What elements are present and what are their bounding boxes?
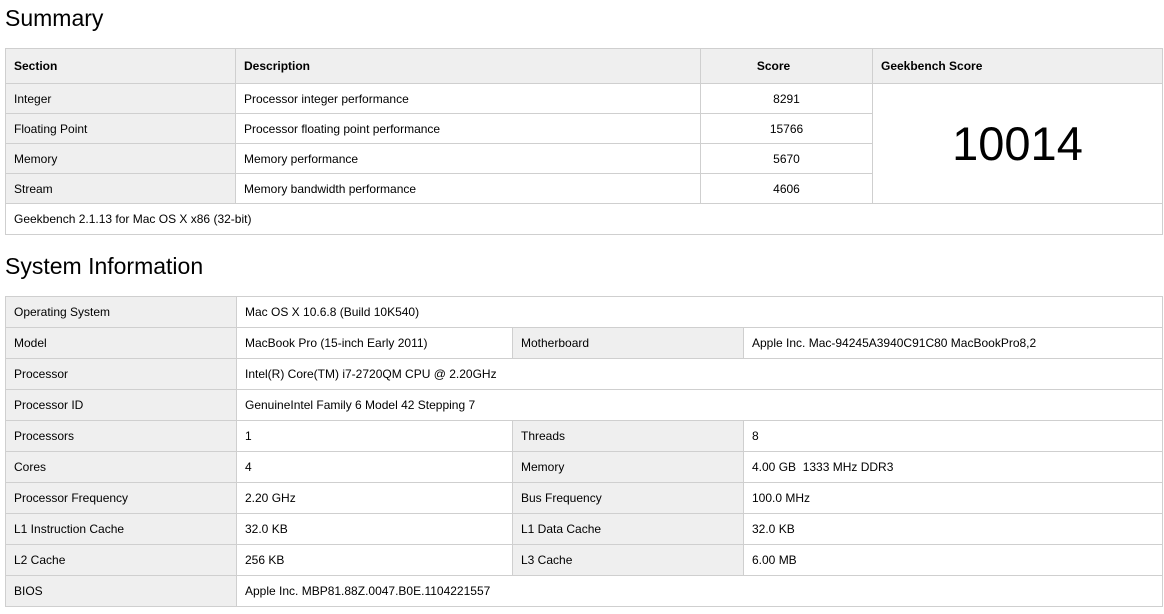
label-cell: Operating System	[5, 296, 237, 328]
value-cell: Apple Inc. MBP81.88Z.0047.B0E.1104221557	[236, 575, 1163, 607]
summary-header-row: Section Description Score Geekbench Scor…	[5, 48, 1163, 84]
score-cell: 8291	[700, 83, 873, 114]
table-row: Model MacBook Pro (15-inch Early 2011) M…	[5, 327, 1163, 359]
description-cell: Processor integer performance	[235, 83, 701, 114]
column-header-score: Score	[700, 48, 873, 84]
label-cell: L3 Cache	[512, 544, 744, 576]
value-cell: 32.0 KB	[236, 513, 513, 545]
table-row: Operating System Mac OS X 10.6.8 (Build …	[5, 296, 1163, 328]
geekbench-total-score: 10014	[872, 83, 1163, 204]
value-cell: MacBook Pro (15-inch Early 2011)	[236, 327, 513, 359]
table-row: Processor Frequency 2.20 GHz Bus Frequen…	[5, 482, 1163, 514]
description-cell: Memory performance	[235, 143, 701, 174]
table-row: L1 Instruction Cache 32.0 KB L1 Data Cac…	[5, 513, 1163, 545]
value-cell: Apple Inc. Mac-94245A3940C91C80 MacBookP…	[743, 327, 1163, 359]
label-cell: Threads	[512, 420, 744, 452]
label-cell: Bus Frequency	[512, 482, 744, 514]
table-row: BIOS Apple Inc. MBP81.88Z.0047.B0E.11042…	[5, 575, 1163, 607]
table-row: Processor Intel(R) Core(TM) i7-2720QM CP…	[5, 358, 1163, 390]
label-cell: L2 Cache	[5, 544, 237, 576]
score-cell: 4606	[700, 173, 873, 204]
column-header-geekbench-score: Geekbench Score	[872, 48, 1163, 84]
section-cell: Memory	[5, 143, 236, 174]
value-cell: 6.00 MB	[743, 544, 1163, 576]
table-row: Integer Processor integer performance 82…	[5, 83, 1163, 204]
system-information-table: Operating System Mac OS X 10.6.8 (Build …	[5, 296, 1163, 607]
table-row: Cores 4 Memory 4.00 GB 1333 MHz DDR3	[5, 451, 1163, 483]
label-cell: Processors	[5, 420, 237, 452]
value-cell: 1	[236, 420, 513, 452]
label-cell: Memory	[512, 451, 744, 483]
label-cell: Model	[5, 327, 237, 359]
value-cell: 256 KB	[236, 544, 513, 576]
value-cell: 100.0 MHz	[743, 482, 1163, 514]
score-cell: 5670	[700, 143, 873, 174]
table-row: Processor ID GenuineIntel Family 6 Model…	[5, 389, 1163, 421]
value-cell: 4.00 GB 1333 MHz DDR3	[743, 451, 1163, 483]
label-cell: Processor ID	[5, 389, 237, 421]
score-cell: 15766	[700, 113, 873, 144]
table-row: L2 Cache 256 KB L3 Cache 6.00 MB	[5, 544, 1163, 576]
section-cell: Floating Point	[5, 113, 236, 144]
value-cell: Mac OS X 10.6.8 (Build 10K540)	[236, 296, 1163, 328]
version-footer: Geekbench 2.1.13 for Mac OS X x86 (32-bi…	[5, 203, 1163, 235]
column-header-section: Section	[5, 48, 236, 84]
section-cell: Integer	[5, 83, 236, 114]
label-cell: Processor Frequency	[5, 482, 237, 514]
label-cell: L1 Instruction Cache	[5, 513, 237, 545]
system-information-heading: System Information	[5, 253, 204, 279]
value-cell: Intel(R) Core(TM) i7-2720QM CPU @ 2.20GH…	[236, 358, 1163, 390]
value-cell: GenuineIntel Family 6 Model 42 Stepping …	[236, 389, 1163, 421]
label-cell: Cores	[5, 451, 237, 483]
label-cell: L1 Data Cache	[512, 513, 744, 545]
value-cell: 4	[236, 451, 513, 483]
value-cell: 8	[743, 420, 1163, 452]
description-cell: Processor floating point performance	[235, 113, 701, 144]
column-header-description: Description	[235, 48, 701, 84]
section-cell: Stream	[5, 173, 236, 204]
summary-table: Section Description Score Geekbench Scor…	[5, 48, 1163, 235]
description-cell: Memory bandwidth performance	[235, 173, 701, 204]
table-row: Processors 1 Threads 8	[5, 420, 1163, 452]
summary-footer-row: Geekbench 2.1.13 for Mac OS X x86 (32-bi…	[5, 203, 1163, 235]
label-cell: Processor	[5, 358, 237, 390]
label-cell: Motherboard	[512, 327, 744, 359]
label-cell: BIOS	[5, 575, 237, 607]
value-cell: 2.20 GHz	[236, 482, 513, 514]
summary-heading: Summary	[5, 5, 104, 31]
value-cell: 32.0 KB	[743, 513, 1163, 545]
